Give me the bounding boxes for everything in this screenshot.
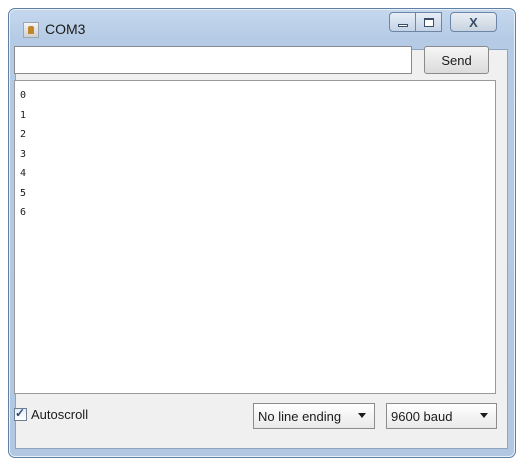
- baud-rate-select[interactable]: 9600 baud: [386, 403, 497, 429]
- java-cup-icon: [23, 22, 39, 38]
- chevron-down-icon: [480, 413, 488, 418]
- output-line: 4: [20, 168, 27, 179]
- close-button[interactable]: X: [450, 12, 497, 32]
- maximize-button[interactable]: [416, 12, 442, 32]
- output-line: 5: [20, 187, 27, 199]
- line-ending-select[interactable]: No line ending: [253, 403, 375, 429]
- line-ending-value: No line ending: [258, 408, 342, 424]
- autoscroll-label: Autoscroll: [31, 407, 89, 422]
- output-line: 3: [20, 148, 27, 160]
- serial-output[interactable]: 0 1 2 3 4 5 6: [14, 80, 496, 394]
- window-title: COM3: [45, 21, 86, 37]
- send-button[interactable]: Send: [424, 46, 489, 74]
- send-input[interactable]: [14, 46, 412, 74]
- autoscroll-toggle[interactable]: ✓ Autoscroll: [14, 406, 89, 422]
- autoscroll-checkbox[interactable]: ✓: [14, 406, 27, 421]
- output-line: 6: [20, 207, 27, 218]
- close-icon: X: [469, 14, 478, 30]
- output-line: 0: [20, 90, 27, 101]
- title-bar[interactable]: COM3 X: [9, 9, 515, 49]
- maximize-icon: [423, 17, 434, 27]
- checkmark-icon: ✓: [15, 406, 26, 420]
- minimize-icon: [397, 23, 408, 27]
- output-line: 2: [20, 129, 27, 140]
- chevron-down-icon: [358, 413, 366, 418]
- status-bar: ✓ Autoscroll No line ending 9600 baud: [14, 400, 497, 434]
- baud-rate-value: 9600 baud: [391, 408, 453, 424]
- minimize-button[interactable]: [389, 12, 416, 32]
- output-line: 1: [20, 109, 27, 121]
